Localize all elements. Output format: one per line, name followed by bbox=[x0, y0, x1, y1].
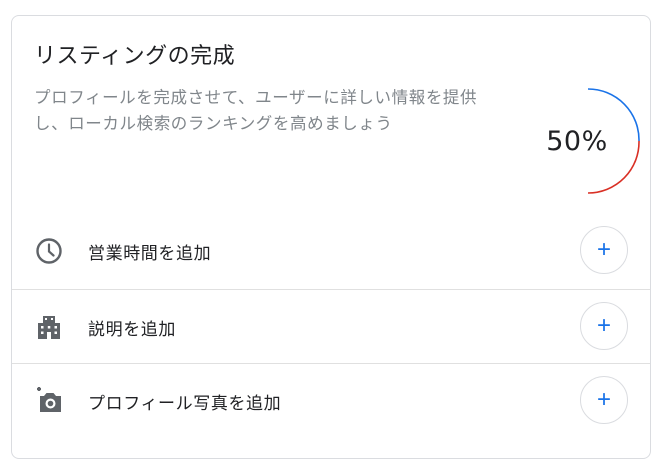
add-description-button[interactable]: + bbox=[580, 302, 628, 350]
add-hours-button[interactable]: + bbox=[580, 226, 628, 274]
task-row-add-description: 説明を追加 + bbox=[12, 289, 650, 363]
building-icon bbox=[34, 312, 64, 342]
task-label: プロフィール写真を追加 bbox=[88, 393, 282, 414]
task-row-add-photo: プロフィール写真を追加 + bbox=[12, 363, 650, 437]
task-label: 説明を追加 bbox=[88, 319, 176, 340]
progress-percent: 50% bbox=[546, 125, 608, 157]
add-photo-icon bbox=[34, 386, 64, 416]
card-title: リスティングの完成 bbox=[34, 44, 236, 69]
completion-progress-ring: 50% bbox=[538, 86, 642, 196]
add-photo-button[interactable]: + bbox=[580, 376, 628, 424]
task-row-add-hours: 営業時間を追加 + bbox=[12, 214, 650, 288]
listing-completion-card: リスティングの完成 プロフィールを完成させて、ユーザーに詳しい情報を提供し、ロー… bbox=[11, 15, 651, 459]
task-label: 営業時間を追加 bbox=[88, 243, 212, 264]
clock-icon bbox=[34, 236, 64, 266]
card-description: プロフィールを完成させて、ユーザーに詳しい情報を提供し、ローカル検索のランキング… bbox=[34, 88, 478, 133]
